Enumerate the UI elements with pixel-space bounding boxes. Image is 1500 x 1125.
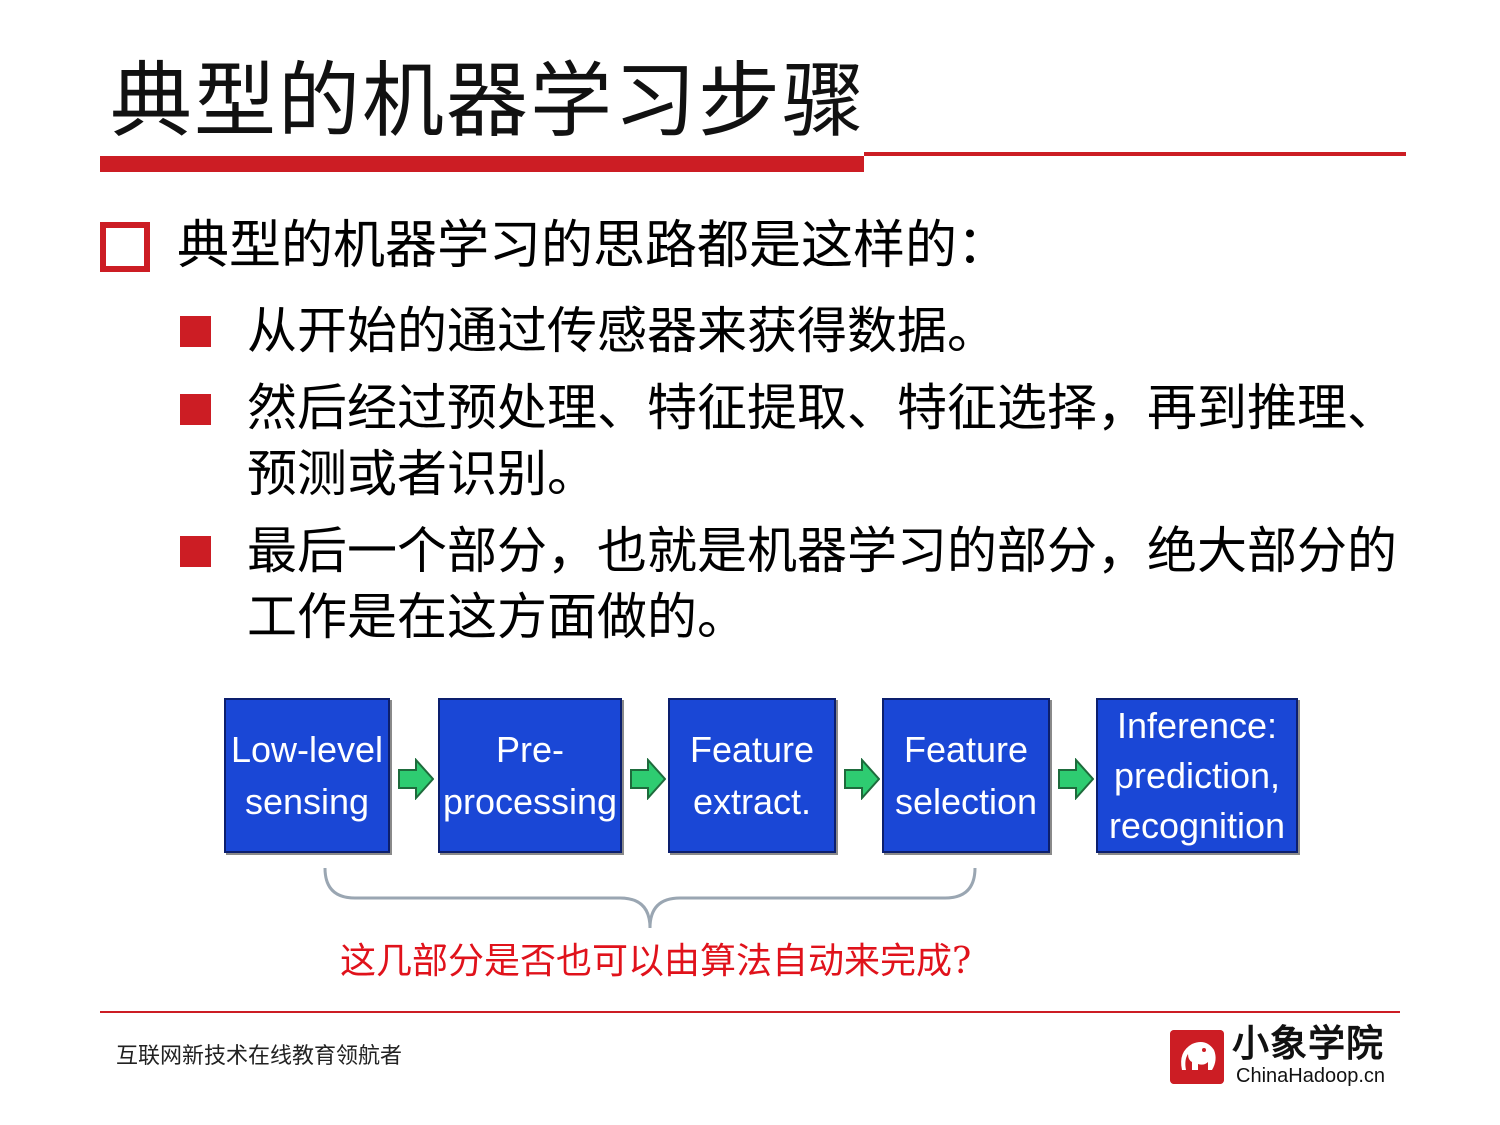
question-text: 这几部分是否也可以由算法自动来完成? <box>340 941 972 982</box>
title-underline-thin <box>864 152 1406 156</box>
filled-square-bullet-icon <box>180 536 211 567</box>
slide-title: 典型的机器学习步骤 <box>110 54 867 149</box>
footer-divider <box>100 1011 1400 1013</box>
arrow-right-icon <box>1058 758 1094 800</box>
grouping-brace <box>323 867 977 929</box>
elephant-logo-icon <box>1170 1030 1224 1084</box>
filled-square-bullet-icon <box>180 316 211 347</box>
title-underline-thick <box>100 156 864 172</box>
step-pre-processing: Pre- processing <box>438 698 622 853</box>
step-feature-extract: Feature extract. <box>668 698 836 853</box>
arrow-right-icon <box>398 758 434 800</box>
logo-name: 小象学院 <box>1232 1022 1384 1065</box>
step-label: Inference: prediction, recognition <box>1108 704 1286 846</box>
sub-bullet-2: 然后经过预处理、特征提取、特征选择，再到推理、预测或者识别。 <box>247 379 1397 503</box>
arrow-right-icon <box>844 758 880 800</box>
step-low-level-sensing: Low-level sensing <box>224 698 390 853</box>
sub-bullet-1: 从开始的通过传感器来获得数据。 <box>247 302 997 360</box>
step-inference: Inference: prediction, recognition <box>1096 698 1298 853</box>
step-label: Pre- processing <box>442 728 618 822</box>
arrow-right-icon <box>630 758 666 800</box>
hollow-square-bullet-icon <box>100 222 150 272</box>
sub-bullet-3: 最后一个部分，也就是机器学习的部分，绝大部分的工作是在这方面做的。 <box>247 522 1397 646</box>
step-label: Low-level sensing <box>230 728 384 822</box>
footer-tagline: 互联网新技术在线教育领航者 <box>116 1044 403 1069</box>
logo-site: ChinaHadoop.cn <box>1236 1065 1385 1087</box>
step-label: Feature selection <box>894 728 1038 822</box>
step-feature-selection: Feature selection <box>882 698 1050 853</box>
main-bullet-text: 典型的机器学习的思路都是这样的： <box>177 216 1010 276</box>
step-label: Feature extract. <box>689 728 815 822</box>
filled-square-bullet-icon <box>180 394 211 425</box>
